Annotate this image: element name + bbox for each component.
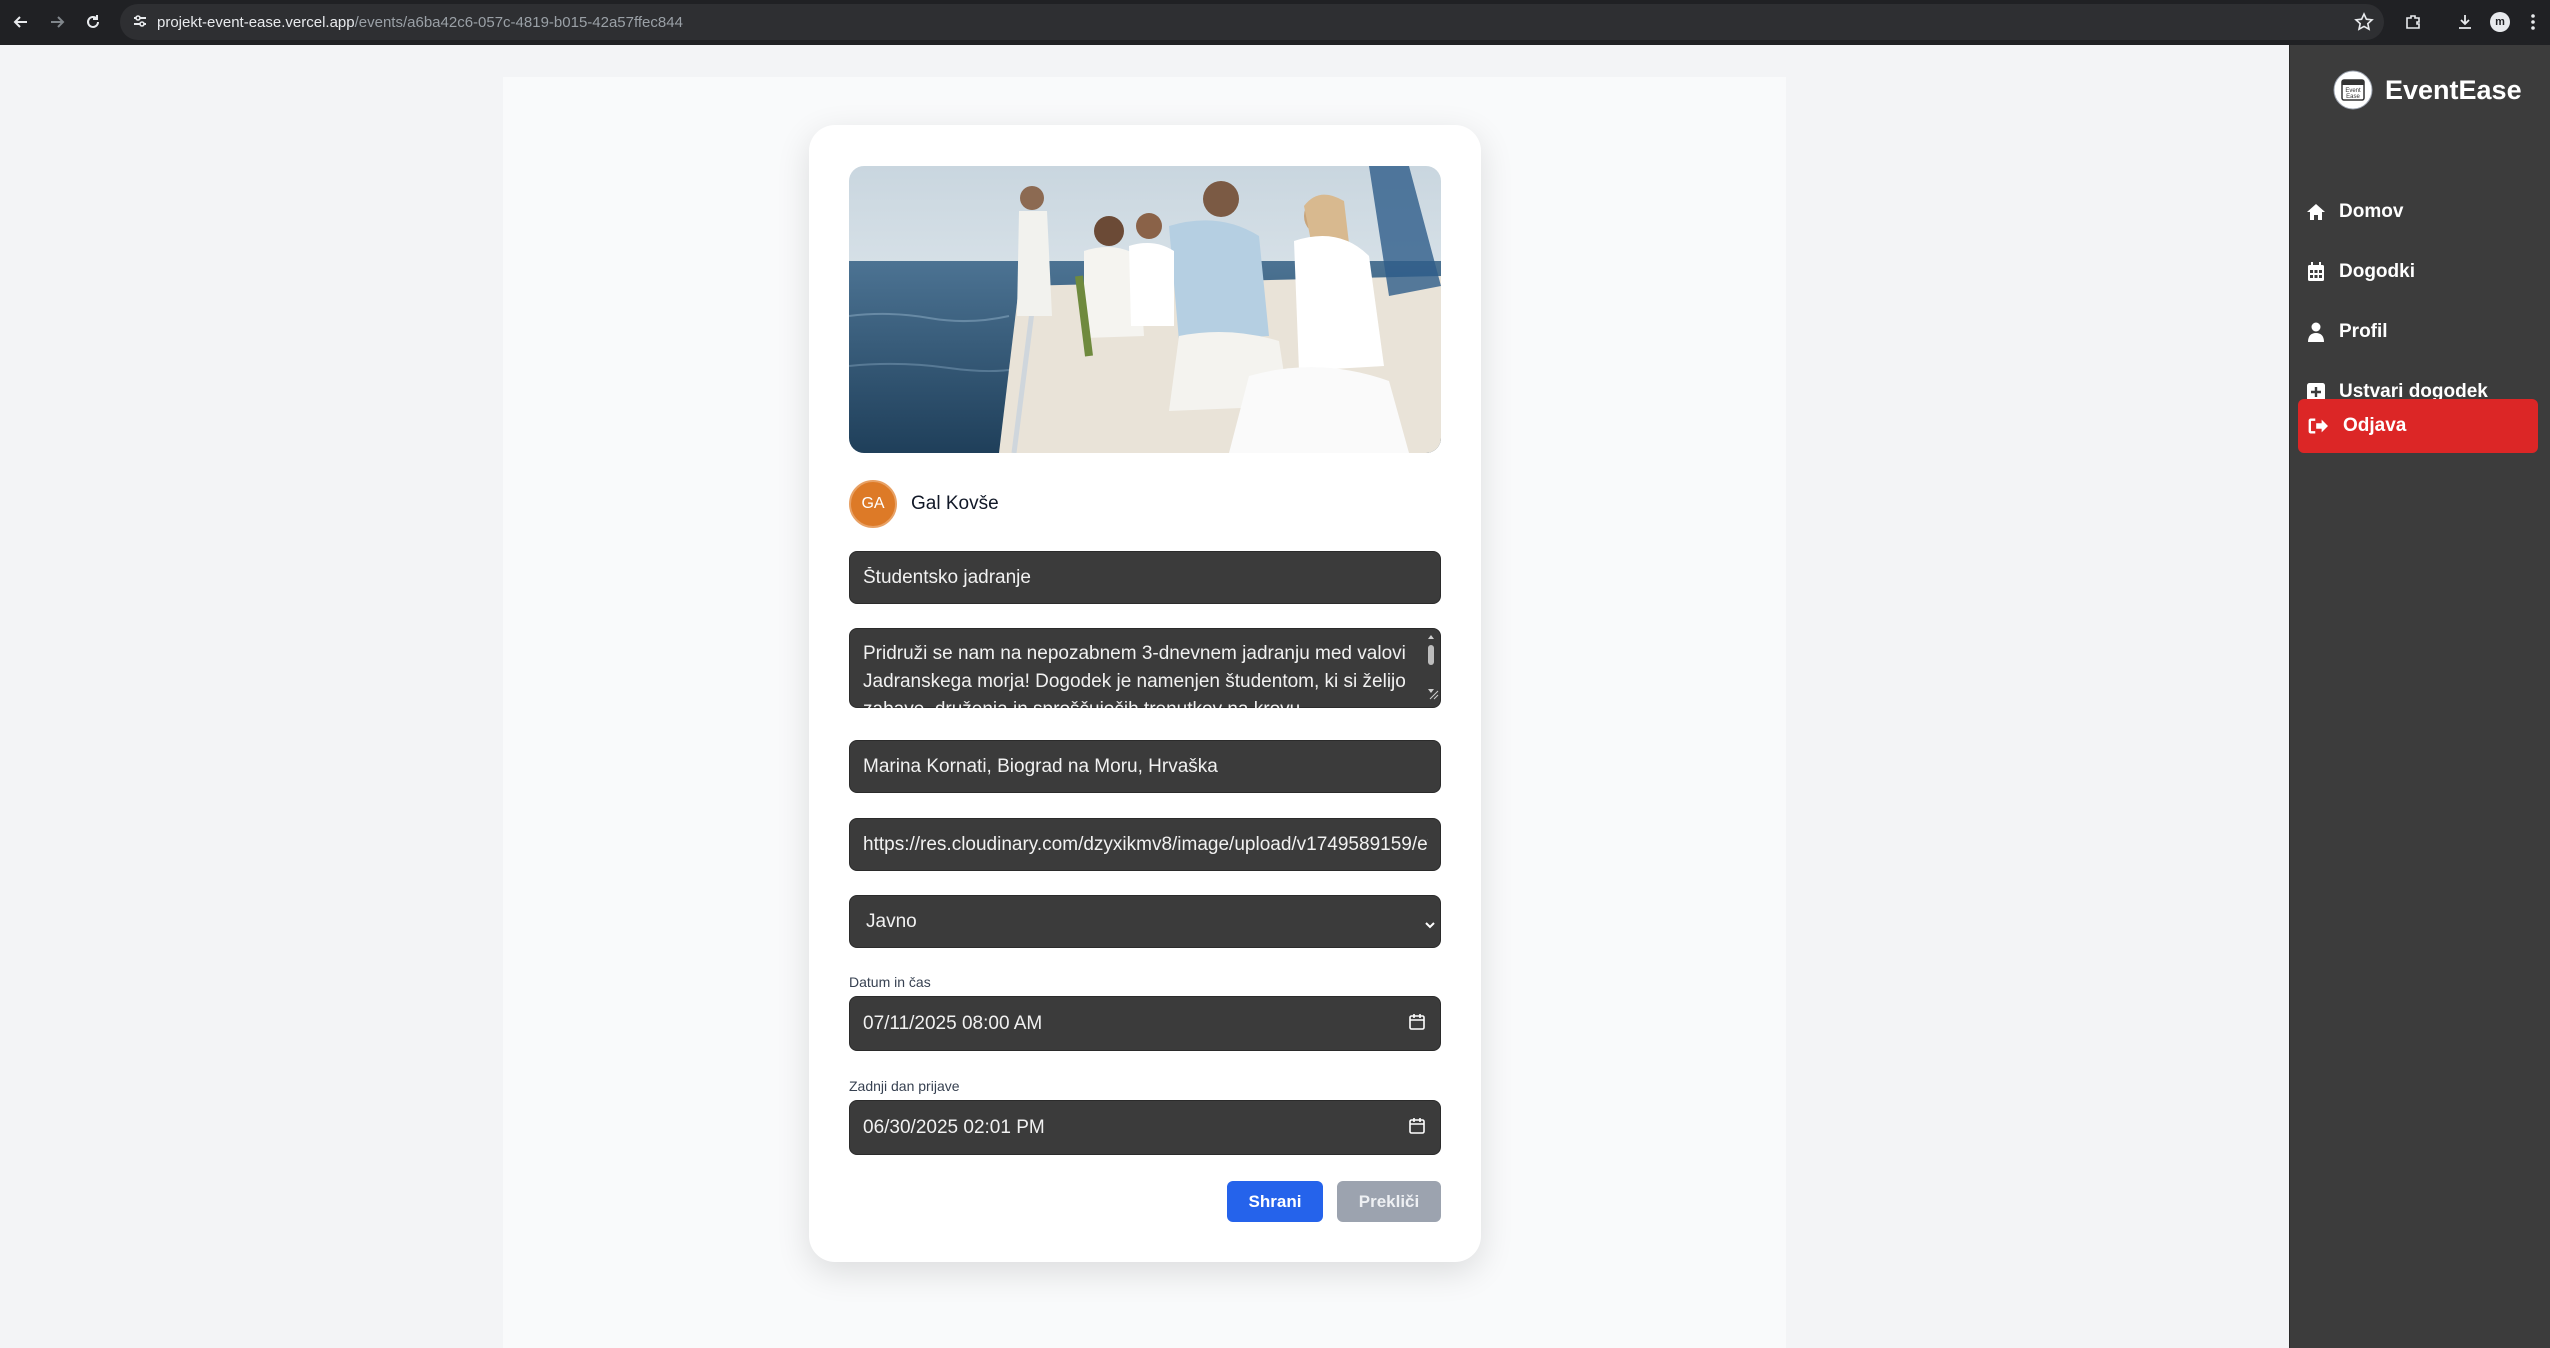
eventease-logo-icon: Event Ease <box>2333 70 2373 110</box>
url-text: projekt-event-ease.vercel.app/events/a6b… <box>157 14 683 31</box>
event-image-url-value: https://res.cloudinary.com/dzyxikmv8/ima… <box>863 834 1428 855</box>
sidebar-item-label: Profil <box>2339 321 2388 342</box>
avatar: GA <box>849 480 897 528</box>
edit-event-card: GA Gal Kovše Študentsko jadranje Pridruž… <box>809 125 1481 1262</box>
event-cover-image <box>849 166 1441 453</box>
deadline-label: Zadnji dan prijave <box>849 1078 960 1094</box>
event-datetime-value: 07/11/2025 08:00 AM <box>863 1013 1043 1034</box>
sidebar-item-odjava[interactable]: Odjava <box>2298 399 2538 453</box>
event-datetime-input[interactable]: 07/11/2025 08:00 AM <box>849 996 1441 1051</box>
logo-text-line2: Ease <box>2346 94 2360 100</box>
sidebar-item-label: Dogodki <box>2339 261 2415 282</box>
site-settings-icon[interactable] <box>132 13 148 34</box>
download-icon[interactable] <box>2452 9 2478 35</box>
calendar-icon <box>2306 262 2326 282</box>
calendar-picker-icon[interactable] <box>1408 1013 1426 1037</box>
chevron-down-icon <box>1424 915 1436 937</box>
sidebar-item-dogodki[interactable]: Dogodki <box>2298 245 2538 299</box>
event-title-input[interactable]: Študentsko jadranje <box>849 551 1441 604</box>
save-button[interactable]: Shrani <box>1227 1181 1323 1222</box>
event-author: GA Gal Kovše <box>849 480 999 528</box>
sidebar-item-profil[interactable]: Profil <box>2298 305 2538 359</box>
user-icon <box>2306 322 2326 342</box>
visibility-value: Javno <box>866 911 917 932</box>
logout-icon <box>2308 416 2328 436</box>
address-bar[interactable]: projekt-event-ease.vercel.app/events/a6b… <box>120 4 2384 40</box>
visibility-select[interactable]: Javno <box>849 895 1441 948</box>
home-icon <box>2306 202 2326 222</box>
registration-deadline-value: 06/30/2025 02:01 PM <box>863 1117 1045 1138</box>
event-image-url-input[interactable]: https://res.cloudinary.com/dzyxikmv8/ima… <box>849 818 1441 871</box>
event-title-value: Študentsko jadranje <box>863 567 1031 588</box>
event-location-input[interactable]: Marina Kornati, Biograd na Moru, Hrvaška <box>849 740 1441 793</box>
event-description-value: Pridruži se nam na nepozabnem 3-dnevnem … <box>863 643 1406 708</box>
back-icon[interactable] <box>8 9 34 35</box>
resize-handle-icon[interactable] <box>1427 684 1439 706</box>
brand[interactable]: Event Ease EventEase <box>2333 70 2522 110</box>
author-name: Gal Kovše <box>911 493 999 514</box>
reload-icon[interactable] <box>80 9 106 35</box>
registration-deadline-input[interactable]: 06/30/2025 02:01 PM <box>849 1100 1441 1155</box>
sidebar-item-domov[interactable]: Domov <box>2298 185 2538 239</box>
event-location-value: Marina Kornati, Biograd na Moru, Hrvaška <box>863 756 1218 777</box>
url-host: projekt-event-ease.vercel.app <box>157 14 355 31</box>
url-path: /events/a6ba42c6-057c-4819-b015-42a57ffe… <box>354 14 683 31</box>
event-description-textarea[interactable]: Pridruži se nam na nepozabnem 3-dnevnem … <box>849 628 1441 708</box>
sidebar: Event Ease EventEase Domov Dogodki Profi… <box>2289 45 2550 1348</box>
profile-icon[interactable]: m <box>2487 9 2513 35</box>
forward-icon[interactable] <box>44 9 70 35</box>
browser-toolbar: projekt-event-ease.vercel.app/events/a6b… <box>0 0 2550 45</box>
bookmark-star-icon[interactable] <box>2354 12 2374 37</box>
extensions-icon[interactable] <box>2400 9 2426 35</box>
sidebar-item-label: Odjava <box>2343 415 2407 436</box>
brand-name: EventEase <box>2385 74 2522 105</box>
calendar-picker-icon[interactable] <box>1408 1117 1426 1141</box>
datetime-label: Datum in čas <box>849 974 931 990</box>
menu-dots-icon[interactable] <box>2520 9 2546 35</box>
sidebar-item-label: Domov <box>2339 201 2404 222</box>
cancel-button[interactable]: Prekliči <box>1337 1181 1441 1222</box>
